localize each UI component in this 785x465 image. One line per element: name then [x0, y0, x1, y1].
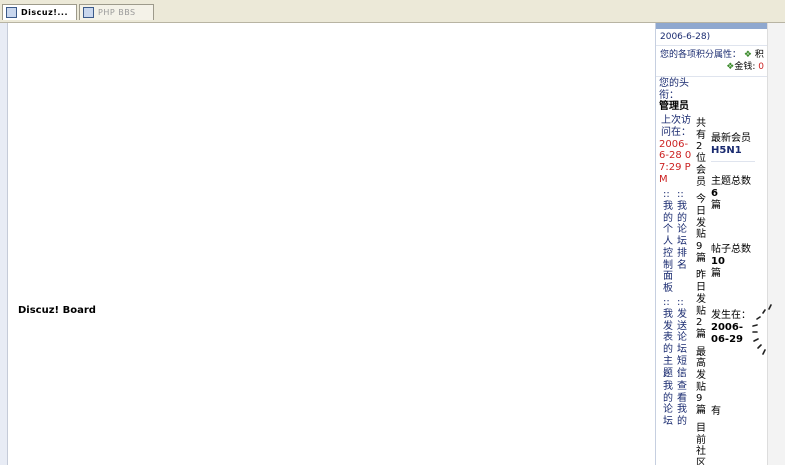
- date-line: 2006-6-28): [656, 29, 768, 46]
- sidebar-scroll-strip[interactable]: [767, 23, 785, 465]
- occurred-value: 2006-06-29: [711, 322, 743, 345]
- totals-column: 最新会员 H5N1 主题总数6 篇 帖子总数10 篇 发生在： 2006-06-29 …: [711, 133, 755, 418]
- stats-table: 您的头衔： 管理员 上次访问在： 2006-6-28 07:29 PM :: 我…: [656, 78, 768, 465]
- link-control-panel[interactable]: :: 我的个人控制面板: [663, 189, 675, 294]
- stats-online: 目前社区: [696, 422, 706, 465]
- left-frame-border: [0, 23, 8, 465]
- tab-label: PHP BBS: [98, 8, 136, 17]
- posts-unit: 篇: [711, 268, 721, 279]
- board-title[interactable]: Discuz! Board: [18, 305, 96, 316]
- page-icon: [6, 7, 17, 18]
- last-visit-value: 2006-6-28 07:29 PM: [659, 138, 692, 185]
- points-label: 您的各项积分属性：: [660, 50, 742, 60]
- posts-label: 帖子总数: [711, 244, 751, 255]
- gold-label: 金钱:: [734, 62, 756, 72]
- stats-today: 今日发贴9篇: [696, 194, 706, 264]
- stats-members: 共有2位会员: [696, 118, 706, 188]
- newest-label: 最新会员: [711, 133, 751, 144]
- gold-value: 0: [758, 62, 764, 72]
- title-label: 您的头衔：: [659, 78, 689, 101]
- title-value: 管理员: [659, 101, 689, 113]
- page-icon: [83, 7, 94, 18]
- tab-php-bbs[interactable]: PHP BBS: [79, 4, 154, 20]
- diamond-icon: ❖: [743, 50, 752, 60]
- stats-max: 最高发贴9篇: [696, 346, 706, 417]
- link-my-topics[interactable]: :: 我发表的主题: [663, 297, 675, 379]
- stats-yesterday: 昨日发贴2篇: [696, 270, 706, 340]
- sidebar-panel: 2006-6-28) 您的各项积分属性： ❖ 积 ❖金钱: 0 您的头衔： 管理…: [655, 23, 768, 465]
- online-tail: 有: [711, 406, 721, 417]
- last-visit-label: 上次访问在：: [661, 115, 691, 138]
- link-view-mine[interactable]: :: 查看我的: [677, 369, 689, 428]
- points-row: 您的各项积分属性： ❖ 积 ❖金钱: 0: [656, 46, 768, 77]
- points-more: 积: [754, 50, 764, 60]
- topics-value: 6: [711, 188, 718, 199]
- link-send-pm[interactable]: :: 发送论坛短信: [677, 297, 689, 379]
- user-column: 您的头衔： 管理员 上次访问在： 2006-6-28 07:29 PM :: 我…: [659, 78, 693, 427]
- stats-column: 共有2位会员 今日发贴9篇 昨日发贴2篇 最高发贴9篇 目前社区: [696, 118, 710, 465]
- tab-label: Discuz!...: [21, 8, 69, 17]
- loading-spinner-icon: [752, 304, 772, 355]
- tab-bar: Discuz!... PHP BBS: [0, 0, 785, 23]
- posts-value: 10: [711, 256, 725, 267]
- topics-label: 主题总数: [711, 176, 751, 187]
- newest-member[interactable]: H5N1: [711, 145, 755, 157]
- link-my-forum[interactable]: :: 我的论坛: [663, 369, 675, 428]
- link-rank[interactable]: :: 我的论坛排名: [677, 189, 689, 271]
- tab-discuz[interactable]: Discuz!...: [2, 4, 77, 20]
- occurred-label: 发生在：: [711, 310, 751, 321]
- topics-unit: 篇: [711, 200, 721, 211]
